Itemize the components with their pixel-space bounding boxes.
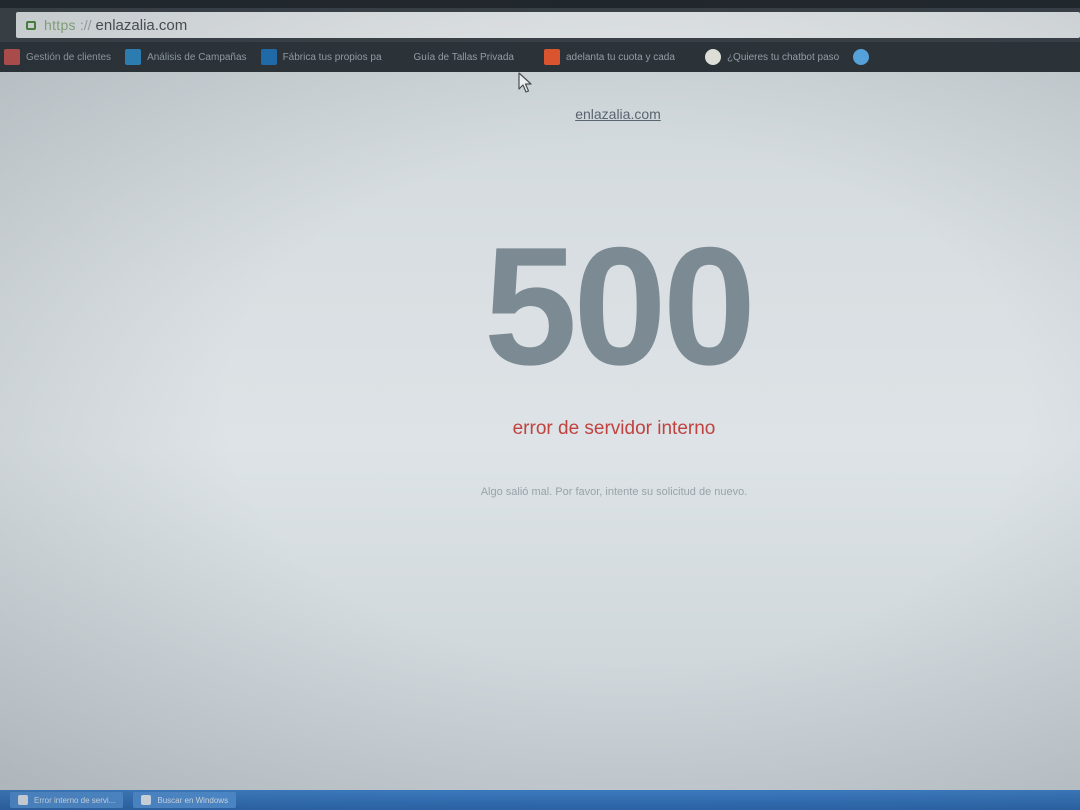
bookmark-item[interactable]: Gestión de clientes xyxy=(4,49,111,65)
bookmark-item[interactable]: Análisis de Campañas xyxy=(125,49,247,65)
address-bar: https :// enlazalia.com xyxy=(0,8,1080,42)
bookmark-label: ¿Quieres tu chatbot paso xyxy=(726,51,840,63)
blogger-icon xyxy=(543,49,560,65)
page-content: enlazalia.com 500 error de servidor inte… xyxy=(0,72,1080,790)
bookmark-item[interactable] xyxy=(853,49,875,65)
bookmark-item[interactable]: Guía de Tallas Privada xyxy=(414,52,514,63)
taskbar: Error interno de servi... Buscar en Wind… xyxy=(0,790,1080,810)
bookmark-item[interactable]: ¿Quieres tu chatbot paso xyxy=(704,49,840,65)
bookmark-label: Gestión de clientes xyxy=(26,51,112,63)
error-code: 500 xyxy=(483,212,756,400)
screen: https :// enlazalia.com Gestión de clien… xyxy=(0,0,1080,810)
error-title: error de servidor interno xyxy=(512,418,716,439)
window-top-strip xyxy=(0,0,1080,8)
bookmark-label: Fábrica tus propios pa xyxy=(282,51,382,63)
error-message: Algo salió mal. Por favor, intente su so… xyxy=(480,486,748,498)
trello-icon xyxy=(260,49,277,65)
browser-icon xyxy=(18,795,28,805)
chat-icon xyxy=(704,49,721,65)
search-icon xyxy=(141,795,152,805)
taskbar-item[interactable]: Error interno de servi... xyxy=(10,792,124,808)
url-input[interactable]: https :// enlazalia.com xyxy=(16,12,1080,38)
bookmark-label: Guía de Tallas Privada xyxy=(413,51,514,63)
lock-icon xyxy=(26,20,36,30)
site-home-link[interactable]: enlazalia.com xyxy=(0,106,1080,122)
url-scheme: https xyxy=(44,17,76,33)
url-host: enlazalia.com xyxy=(95,16,188,34)
bookmark-label: Análisis de Campañas xyxy=(147,51,247,63)
mouse-cursor-icon xyxy=(518,72,532,93)
globe-icon xyxy=(4,49,20,65)
app-icon xyxy=(125,49,142,65)
bookmark-item[interactable]: adelanta tu cuota y cada xyxy=(543,49,675,65)
bookmarks-bar: Gestión de clientes Análisis de Campañas… xyxy=(0,42,1080,72)
taskbar-item[interactable]: Buscar en Windows xyxy=(133,792,237,808)
globe-icon xyxy=(853,49,870,65)
taskbar-item-label: Error interno de servi... xyxy=(34,795,116,805)
url-separator: :// xyxy=(79,17,92,33)
bookmark-item[interactable]: Fábrica tus propios pa xyxy=(260,49,382,65)
bookmark-label: adelanta tu cuota y cada xyxy=(565,51,675,63)
taskbar-item-label: Buscar en Windows xyxy=(157,795,229,805)
